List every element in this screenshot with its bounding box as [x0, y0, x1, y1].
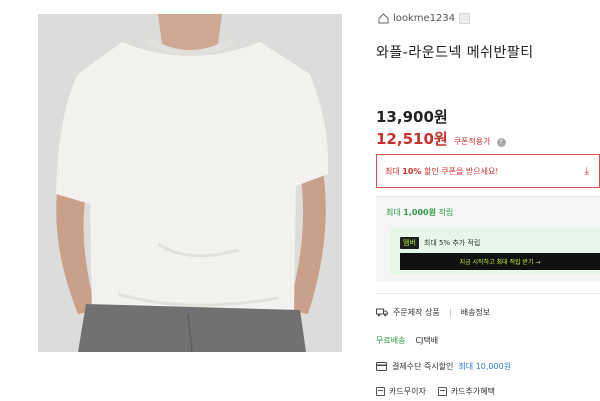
tag-card-extra-benefit-label: 카드추가혜택 [450, 387, 495, 396]
coupon-box-suffix: 할인 쿠폰을 받으세요! [423, 166, 499, 176]
seller-badge-icon [459, 12, 471, 24]
membership-text: 최대 5% 추가 적립 [423, 239, 481, 247]
coupon-price-label: 쿠폰적용가 [453, 137, 491, 146]
membership-tag: 멤버 [400, 237, 419, 249]
membership-line: 멤버 최대 5% 추가 적립 [400, 237, 480, 249]
product-photo-illustration [38, 14, 342, 352]
seller-name[interactable]: lookme1234 [393, 13, 455, 24]
product-info-panel: lookme1234 와플-라운드넥 메쉬반팔티 13,900원 12,510원… [374, 0, 600, 401]
product-image[interactable] [38, 14, 342, 352]
card-icon [437, 387, 447, 396]
shipping-info-link[interactable]: 배송정보 [461, 307, 490, 318]
separator [449, 308, 451, 317]
seller-link[interactable]: lookme1234 [378, 11, 471, 25]
coupon-box-prefix: 최대 [385, 166, 400, 176]
credit-card-icon [376, 362, 387, 371]
tag-card-interest-free-label: 카드무이자 [389, 387, 426, 396]
payment-max-discount: 최대 10,000원 [458, 362, 512, 371]
coupon-price-row: 12,510원 쿠폰적용가 ? [376, 128, 506, 149]
section-divider [376, 293, 600, 294]
membership-cta-button[interactable]: 지금 시작하고 최대 적립 받기 → [400, 253, 600, 270]
tag-card-extra-benefit[interactable]: 카드추가혜택 [437, 386, 495, 397]
download-icon[interactable]: ⤓ [585, 166, 589, 177]
card-benefit-tags: 카드무이자 카드추가혜택 [376, 386, 495, 397]
coupon-download-banner[interactable]: 최대 10% 할인 쿠폰을 받으세요! ⤓ [376, 154, 600, 188]
payment-discount-row[interactable]: 결제수단 즉시할인 최대 10,000원 [376, 361, 511, 372]
shipping-row: 주문제작 상품 배송정보 [376, 307, 490, 318]
membership-promo: 멤버 최대 5% 추가 적립 지금 시작하고 최대 적립 받기 → [390, 228, 600, 274]
payment-discount-text: 결제수단 즉시할인 [392, 362, 454, 371]
points-section: 최대 1,000원 적립 멤버 최대 5% 추가 적립 지금 시작하고 최대 적… [376, 196, 600, 282]
made-to-order-label: 주문제작 상품 [393, 308, 440, 317]
delivery-row: 무료배송 CJ택배 [376, 335, 438, 346]
points-amount: 1,000원 [403, 208, 436, 217]
product-title: 와플-라운드넥 메쉬반팔티 [376, 45, 534, 61]
points-prefix: 최대 [386, 208, 401, 217]
truck-icon [376, 308, 388, 317]
coupon-price: 12,510원 [376, 130, 448, 148]
points-label: 최대 1,000원 적립 [386, 207, 453, 218]
points-suffix: 적립 [438, 208, 454, 217]
help-icon[interactable]: ? [496, 138, 506, 147]
original-price: 13,900원 [376, 108, 448, 126]
coupon-box-rate: 10% [402, 166, 422, 176]
home-icon [378, 12, 389, 23]
tag-card-interest-free[interactable]: 카드무이자 [376, 386, 426, 397]
card-icon [376, 387, 385, 396]
carrier-label: CJ택배 [415, 336, 439, 345]
free-delivery-label: 무료배송 [376, 336, 406, 345]
